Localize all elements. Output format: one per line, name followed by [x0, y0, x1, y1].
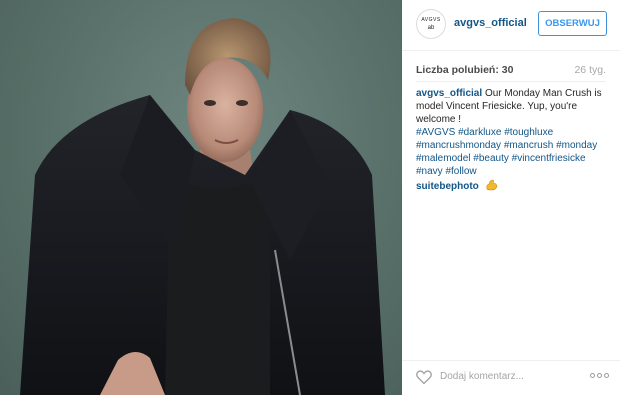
comment-username-link[interactable]: suitebephoto — [416, 181, 479, 192]
flexed-biceps-icon — [485, 178, 498, 194]
hashtag-link[interactable]: #beauty — [473, 153, 509, 164]
comment: suitebephoto — [416, 178, 498, 194]
divider — [402, 360, 620, 361]
hashtag-link[interactable]: #AVGVS — [416, 127, 455, 138]
hashtag-link[interactable]: #navy — [416, 166, 443, 177]
avatar-mark: ab — [427, 25, 435, 31]
post-details-panel: AVGVS ab avgvs_official OBSERWUJ Liczba … — [402, 0, 620, 395]
likes-count[interactable]: Liczba polubień: 30 — [416, 64, 513, 76]
hashtag-link[interactable]: #vincentfriesicke — [512, 153, 586, 164]
comment-input[interactable] — [440, 367, 580, 385]
divider — [416, 81, 606, 82]
caption-username-link[interactable]: avgvs_official — [416, 88, 482, 99]
hashtag-link[interactable]: #toughluxe — [504, 127, 553, 138]
hashtag-link[interactable]: #monday — [556, 140, 597, 151]
caption: avgvs_official Our Monday Man Crush is m… — [416, 87, 610, 178]
username-link[interactable]: avgvs_official — [454, 17, 527, 29]
avatar-text: AVGVS — [421, 17, 441, 23]
more-options-icon[interactable] — [590, 370, 610, 382]
photo-illustration — [20, 18, 385, 395]
hashtag-link[interactable]: #darkluxe — [458, 127, 501, 138]
hashtag-link[interactable]: #follow — [445, 166, 476, 177]
post-time[interactable]: 26 tyg. — [574, 64, 606, 76]
avatar[interactable]: AVGVS ab — [416, 9, 446, 39]
hashtag-link[interactable]: #mancrush — [504, 140, 553, 151]
hashtag-link[interactable]: #malemodel — [416, 153, 470, 164]
heart-icon[interactable] — [415, 368, 433, 386]
post-photo[interactable] — [0, 0, 402, 395]
hashtag-link[interactable]: #mancrushmonday — [416, 140, 501, 151]
post-header: AVGVS ab avgvs_official OBSERWUJ — [402, 0, 620, 51]
follow-button[interactable]: OBSERWUJ — [538, 11, 607, 36]
